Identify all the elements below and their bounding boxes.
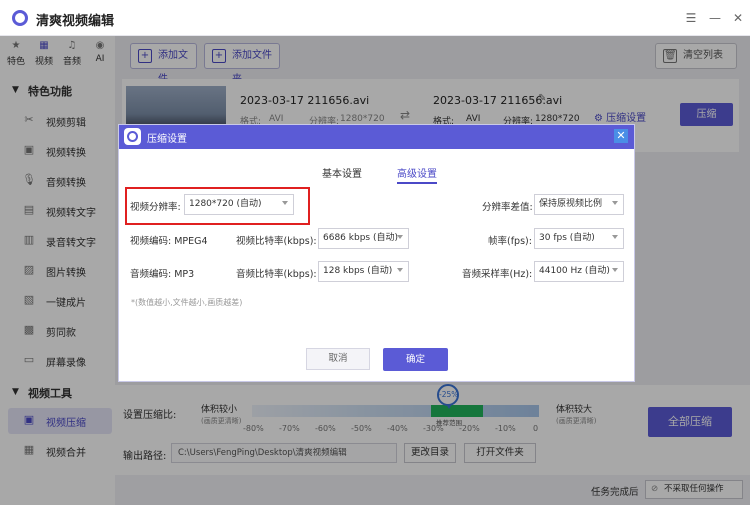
resolution-diff-select[interactable]: 保持原视频比例: [534, 194, 624, 215]
resolution-diff-label: 分辨率差值:: [482, 202, 533, 213]
video-resolution-select[interactable]: 1280*720 (自动): [184, 194, 294, 215]
video-resolution-label: 视频分辨率:: [130, 202, 181, 213]
dialog-title: 压缩设置: [147, 134, 187, 145]
chevron-down-icon: [612, 201, 618, 205]
dialog-close-icon[interactable]: ✕: [614, 129, 628, 143]
close-icon[interactable]: ✕: [731, 11, 745, 25]
quality-note: *(数值越小,文件越小,画质越差): [131, 298, 243, 307]
audio-sample-rate-select[interactable]: 44100 Hz (自动): [534, 261, 624, 282]
dialog-header: 压缩设置 ✕: [119, 125, 634, 149]
minimize-icon[interactable]: —: [708, 11, 722, 25]
cancel-button[interactable]: 取消: [306, 348, 370, 370]
chevron-down-icon: [612, 268, 618, 272]
fps-select[interactable]: 30 fps (自动): [534, 228, 624, 249]
video-codec-label: 视频编码: MPEG4: [130, 236, 208, 247]
chevron-down-icon: [397, 268, 403, 272]
menu-icon[interactable]: ☰: [684, 11, 698, 25]
chevron-down-icon: [397, 235, 403, 239]
audio-codec-label: 音频编码: MP3: [130, 269, 195, 280]
video-bitrate-select[interactable]: 6686 kbps (自动): [318, 228, 409, 249]
audio-bitrate-select[interactable]: 128 kbps (自动): [318, 261, 409, 282]
dialog-logo-icon: [124, 128, 141, 145]
compress-settings-dialog: 压缩设置 ✕ 基本设置 高级设置 视频分辨率: 1280*720 (自动) 分辨…: [118, 124, 635, 382]
fps-label: 帧率(fps):: [488, 236, 532, 247]
ok-button[interactable]: 确定: [383, 348, 448, 371]
chevron-down-icon: [612, 235, 618, 239]
title-bar: 清爽视频编辑 ☰ — ✕: [0, 0, 750, 36]
tab-basic-settings[interactable]: 基本设置: [322, 165, 362, 180]
tab-advanced-settings[interactable]: 高级设置: [397, 165, 437, 184]
chevron-down-icon: [282, 201, 288, 205]
video-bitrate-label: 视频比特率(kbps):: [236, 236, 317, 247]
app-logo: [12, 10, 28, 26]
audio-sample-rate-label: 音频采样率(Hz):: [462, 269, 533, 280]
audio-bitrate-label: 音频比特率(kbps):: [236, 269, 317, 280]
app-title: 清爽视频编辑: [36, 14, 115, 29]
